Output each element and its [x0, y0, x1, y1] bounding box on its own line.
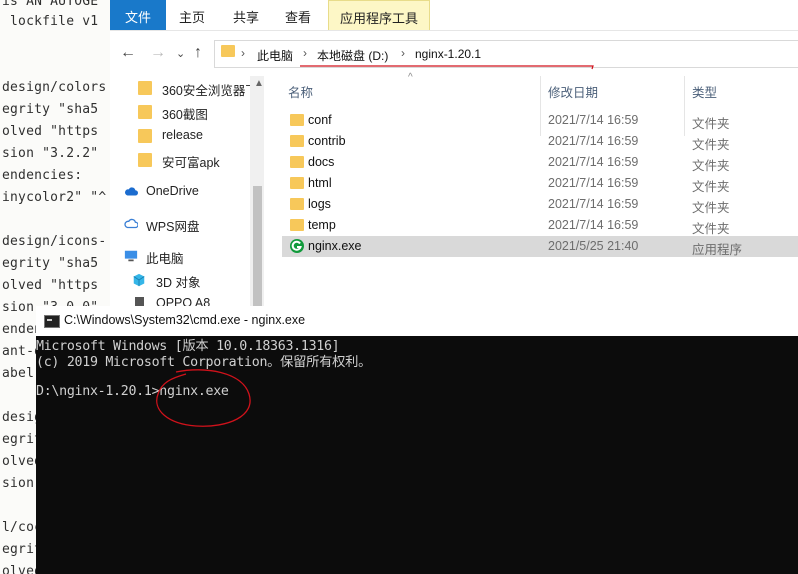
annotation-overlay [156, 65, 594, 427]
annotation-circle [156, 369, 251, 427]
annotation-underline [300, 65, 594, 70]
